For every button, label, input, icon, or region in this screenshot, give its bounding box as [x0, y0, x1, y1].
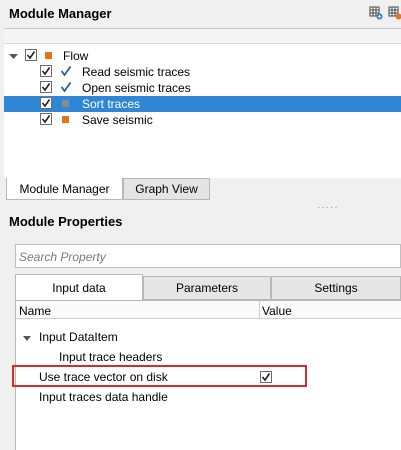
grid-settings-icon[interactable] — [388, 6, 401, 20]
column-header-value[interactable]: Value — [262, 304, 292, 318]
grid-row-label: Input DataItem — [39, 330, 118, 344]
module-manager-tabs: Module Manager Graph View — [4, 178, 401, 200]
search-property-input[interactable]: Search Property — [15, 244, 401, 268]
tree-header-strip — [4, 29, 401, 44]
tree-item-flow[interactable]: Flow — [4, 48, 401, 64]
gray-square-icon — [62, 100, 69, 107]
tab-parameters[interactable]: Parameters — [143, 276, 271, 300]
module-properties-title: Module Properties — [9, 214, 123, 229]
expand-arrow-icon[interactable] — [9, 50, 18, 64]
blue-check-icon — [60, 65, 72, 77]
tree-item-open-seismic-traces[interactable]: Open seismic traces — [4, 80, 401, 96]
tab-graph-view[interactable]: Graph View — [123, 178, 210, 200]
read-traces-checkbox[interactable] — [40, 65, 52, 77]
column-header-name[interactable]: Name — [19, 304, 51, 318]
tree-item-save-seismic[interactable]: Save seismic — [4, 112, 401, 128]
tree-item-label: Save seismic — [82, 113, 153, 127]
orange-square-icon — [62, 116, 69, 123]
flow-checkbox[interactable] — [25, 49, 37, 61]
column-separator[interactable] — [259, 301, 260, 319]
grid-row-label: Input traces data handle — [39, 390, 168, 404]
grid-row-input-traces-data-handle[interactable]: Input traces data handle — [16, 388, 401, 408]
highlight-box — [12, 365, 307, 387]
module-manager-title: Module Manager — [9, 6, 112, 21]
tab-settings[interactable]: Settings — [271, 276, 401, 300]
tree-item-label: Open seismic traces — [82, 81, 191, 95]
grid-row-label: Input trace headers — [59, 350, 163, 364]
collapse-arrow-icon[interactable] — [23, 332, 31, 346]
grid-header: Name Value — [16, 301, 401, 319]
orange-square-icon — [45, 52, 52, 59]
tree-item-label: Read seismic traces — [82, 65, 191, 79]
module-tree-panel: Flow Read seismic traces Open seismic tr… — [4, 28, 401, 178]
tree-item-sort-traces[interactable]: Sort traces — [4, 96, 401, 112]
save-seismic-checkbox[interactable] — [40, 113, 52, 125]
grid-row-input-dataitem[interactable]: Input DataItem — [16, 328, 401, 348]
tab-module-manager[interactable]: Module Manager — [6, 178, 123, 200]
tree-item-label: Sort traces — [82, 97, 141, 111]
open-traces-checkbox[interactable] — [40, 81, 52, 93]
search-placeholder: Search Property — [19, 250, 106, 264]
blue-check-icon — [60, 81, 72, 93]
grid-add-icon[interactable] — [369, 6, 383, 20]
tree-item-read-seismic-traces[interactable]: Read seismic traces — [4, 64, 401, 80]
splitter-handle[interactable]: ····· — [317, 202, 339, 213]
property-tabs: Input data Parameters Settings — [15, 274, 401, 300]
tab-input-data[interactable]: Input data — [15, 274, 143, 300]
sort-traces-checkbox[interactable] — [40, 97, 52, 109]
tree-item-label: Flow — [63, 49, 89, 63]
